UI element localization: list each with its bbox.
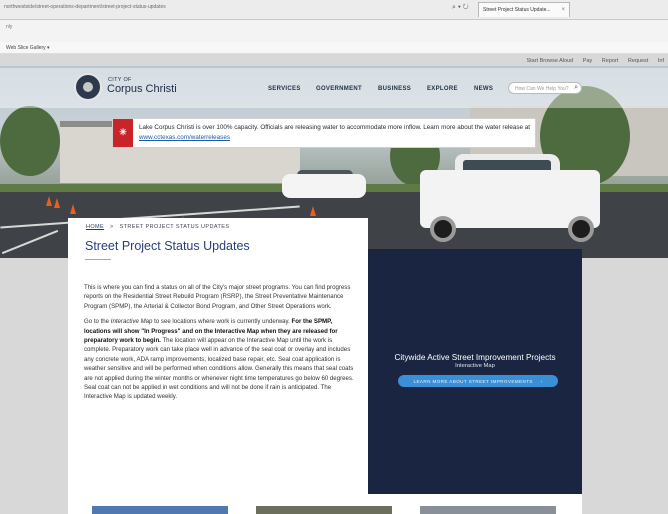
tree [0, 106, 60, 176]
page: Start Browse Aloud Pay Report Request In… [0, 54, 668, 514]
thumbnail-image[interactable] [256, 506, 392, 514]
alert-message: Lake Corpus Christi is over 100% capacit… [139, 124, 531, 131]
utility-link-report[interactable]: Report [602, 58, 619, 64]
map-paragraph: Go to the Interactive Map to see locatio… [84, 317, 360, 402]
nav-explore[interactable]: EXPLORE [427, 86, 458, 92]
city-name[interactable]: Corpus Christi [107, 83, 177, 95]
alert-icon: ✳ [113, 119, 133, 147]
search-icon[interactable]: ⌕ [574, 84, 578, 92]
breadcrumb-current: STREET PROJECT STATUS UPDATES [119, 224, 230, 230]
traffic-cone [310, 206, 316, 216]
truck-wheel [430, 216, 456, 242]
close-icon[interactable]: × [561, 7, 565, 13]
nav-services[interactable]: SERVICES [268, 86, 301, 92]
intro-paragraph: This is where you can find a status on a… [84, 284, 351, 310]
browser-toolbar: nly [0, 20, 668, 42]
learn-more-label: LEARN MORE ABOUT STREET IMPROVEMENTS [413, 378, 533, 384]
breadcrumb: HOME > STREET PROJECT STATUS UPDATES [86, 224, 229, 230]
paragraph-text: Go to the [84, 318, 111, 326]
paragraph-text: The location will appear on the Interact… [84, 337, 354, 401]
breadcrumb-home-link[interactable]: HOME [86, 224, 104, 230]
truck-wheel [568, 216, 594, 242]
history-hint: nly [6, 24, 13, 30]
tab-title: Street Project Status Update... [483, 7, 551, 13]
search-input[interactable]: How Can We Help You? ⌕ [508, 82, 582, 94]
nav-business[interactable]: BUSINESS [378, 86, 411, 92]
alert-text: Lake Corpus Christi is over 100% capacit… [139, 123, 533, 143]
browser-tab[interactable]: Street Project Status Update... × [478, 2, 570, 17]
body-text: This is where you can find a status on a… [84, 283, 360, 408]
title-underline [85, 259, 111, 260]
utility-link-pay[interactable]: Pay [583, 58, 592, 64]
panel-subtitle: Interactive Map [455, 363, 495, 369]
nav-government[interactable]: GOVERNMENT [316, 86, 362, 92]
address-bar[interactable]: northwestside/street-operations-departme… [4, 4, 444, 15]
web-slice-gallery-link[interactable]: Web Slice Gallery ▾ [6, 45, 50, 51]
page-title: Street Project Status Updates [85, 239, 250, 253]
utility-link-request[interactable]: Request [628, 58, 649, 64]
city-seal-logo[interactable] [74, 73, 102, 101]
utility-link-browse-aloud[interactable]: Start Browse Aloud [526, 58, 573, 64]
learn-more-button[interactable]: LEARN MORE ABOUT STREET IMPROVEMENTS › [398, 375, 558, 387]
utility-links: Start Browse Aloud Pay Report Request In… [518, 58, 664, 64]
site-header: CITY OF Corpus Christi SERVICES GOVERNME… [0, 68, 668, 108]
search-placeholder: How Can We Help You? [515, 86, 569, 92]
interactive-map-text: Interactive Map [110, 318, 153, 326]
thumbnail-image[interactable] [420, 506, 556, 514]
nav-news[interactable]: NEWS [474, 86, 493, 92]
thumbnail-strip [68, 494, 582, 514]
search-refresh-icon[interactable]: ⌕ ▾ ↻ [452, 4, 469, 12]
browser-titlebar: northwestside/street-operations-departme… [0, 0, 668, 20]
alert-banner: ✳ Lake Corpus Christi is over 100% capac… [112, 118, 536, 148]
paragraph-text: to see locations where work is currently… [152, 318, 292, 326]
utility-link-info[interactable]: Inf [658, 58, 664, 64]
water-release-link[interactable]: www.cctexas.com/waterreleases [139, 134, 230, 141]
content-card: HOME > STREET PROJECT STATUS UPDATES Str… [68, 218, 368, 494]
traffic-cone [70, 204, 76, 214]
parked-car [282, 174, 366, 198]
favorites-bar: Web Slice Gallery ▾ [0, 42, 668, 54]
breadcrumb-separator: > [110, 224, 114, 230]
thumbnail-image[interactable] [92, 506, 228, 514]
panel-title: Citywide Active Street Improvement Proje… [394, 353, 556, 362]
chevron-right-icon: › [540, 378, 543, 384]
traffic-cone [46, 196, 52, 206]
traffic-cone [54, 198, 60, 208]
interactive-map-panel: Citywide Active Street Improvement Proje… [368, 249, 582, 494]
